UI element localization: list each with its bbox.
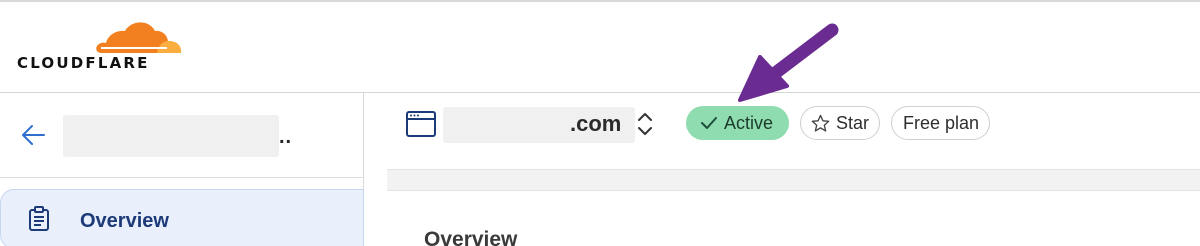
status-badge: Active bbox=[686, 106, 789, 140]
page-title: Overview bbox=[424, 228, 518, 246]
browser-window-icon bbox=[406, 111, 436, 137]
account-back-row: .. bbox=[0, 93, 363, 178]
sidebar-item-overview[interactable]: Overview bbox=[0, 189, 364, 246]
account-name-redacted bbox=[63, 115, 279, 157]
sidebar-item-label: Overview bbox=[80, 210, 169, 232]
sidebar: .. Overview bbox=[0, 93, 364, 246]
content-divider-band bbox=[387, 169, 1200, 191]
account-name-ellipsis: .. bbox=[279, 126, 293, 148]
main-content: .com Active Star Free plan Overview bbox=[365, 93, 1200, 246]
star-button[interactable]: Star bbox=[800, 106, 880, 140]
status-label: Active bbox=[724, 112, 774, 133]
cloudflare-logo[interactable]: CLOUDFLARE bbox=[17, 17, 182, 77]
arrow-left-icon[interactable] bbox=[20, 122, 46, 148]
star-outline-icon bbox=[811, 114, 830, 132]
plan-label: Free plan bbox=[903, 112, 980, 133]
cloud-icon bbox=[96, 22, 182, 53]
brand-wordmark: CLOUDFLARE bbox=[17, 54, 150, 72]
star-label: Star bbox=[836, 112, 870, 133]
plan-badge[interactable]: Free plan bbox=[891, 106, 990, 140]
domain-suffix: .com bbox=[570, 111, 622, 136]
chevron-up-down-icon[interactable] bbox=[634, 109, 656, 139]
clipboard-icon bbox=[29, 206, 49, 231]
check-icon bbox=[701, 117, 717, 129]
top-header: CLOUDFLARE bbox=[0, 2, 1200, 92]
